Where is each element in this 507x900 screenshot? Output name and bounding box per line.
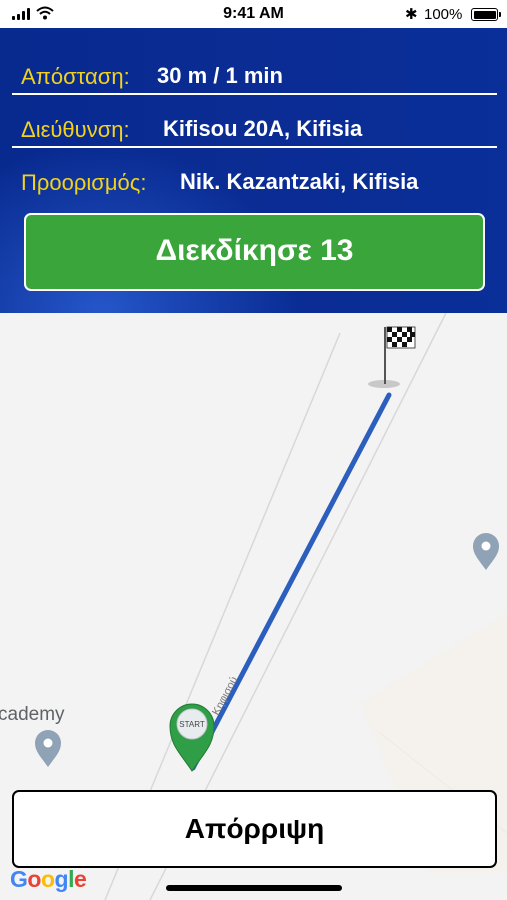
distance-label: Απόσταση: [21,64,130,89]
svg-text:START: START [179,720,205,729]
trip-info-panel: Απόσταση: 30 m / 1 min Διεύθυνση: Kifiso… [0,28,507,313]
address-label: Διεύθυνση: [21,117,130,142]
bluetooth-icon: ✱ [405,6,418,23]
distance-value: 30 m / 1 min [157,63,283,88]
battery-icon [471,8,501,21]
reject-button[interactable]: Απόρριψη [12,790,497,868]
poi-pin-icon-2 [473,533,499,570]
finish-flag-icon [368,326,416,388]
address-value: Kifisou 20A, Kifisia [163,116,363,141]
destination-row: Προορισμός: Nik. Kazantzaki, Kifisia [12,161,497,201]
battery-percent: 100% [424,6,463,23]
google-logo: Google [10,866,87,892]
start-marker-icon: START [169,703,215,772]
status-bar: 9:41 AM ✱ 100% [0,0,507,28]
poi-label: cademy [0,704,65,725]
home-indicator[interactable] [166,885,342,891]
distance-row: Απόσταση: 30 m / 1 min [12,55,497,95]
destination-value: Nik. Kazantzaki, Kifisia [180,169,419,194]
poi-pin-icon [35,730,61,767]
destination-label: Προορισμός: [21,170,147,195]
claim-button[interactable]: Διεκδίκησε 13 [24,213,485,291]
address-row: Διεύθυνση: Kifisou 20A, Kifisia [12,108,497,148]
